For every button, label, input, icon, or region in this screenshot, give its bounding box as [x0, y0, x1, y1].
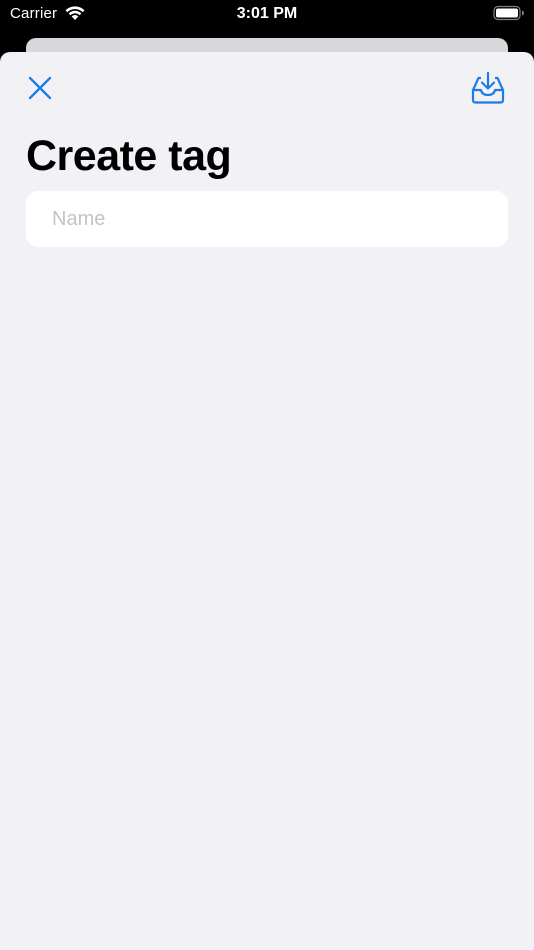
- create-tag-sheet: Create tag: [0, 52, 534, 950]
- status-time: 3:01 PM: [236, 5, 298, 22]
- name-field[interactable]: [26, 191, 508, 247]
- page-title: Create tag: [26, 132, 232, 180]
- save-button[interactable]: [470, 70, 506, 106]
- close-icon: [28, 76, 52, 100]
- name-input[interactable]: [52, 191, 482, 247]
- status-bar: Carrier 3:01 PM: [0, 0, 534, 30]
- tray-download-icon: [471, 71, 505, 104]
- battery-icon: [493, 5, 525, 21]
- close-button[interactable]: [24, 72, 56, 104]
